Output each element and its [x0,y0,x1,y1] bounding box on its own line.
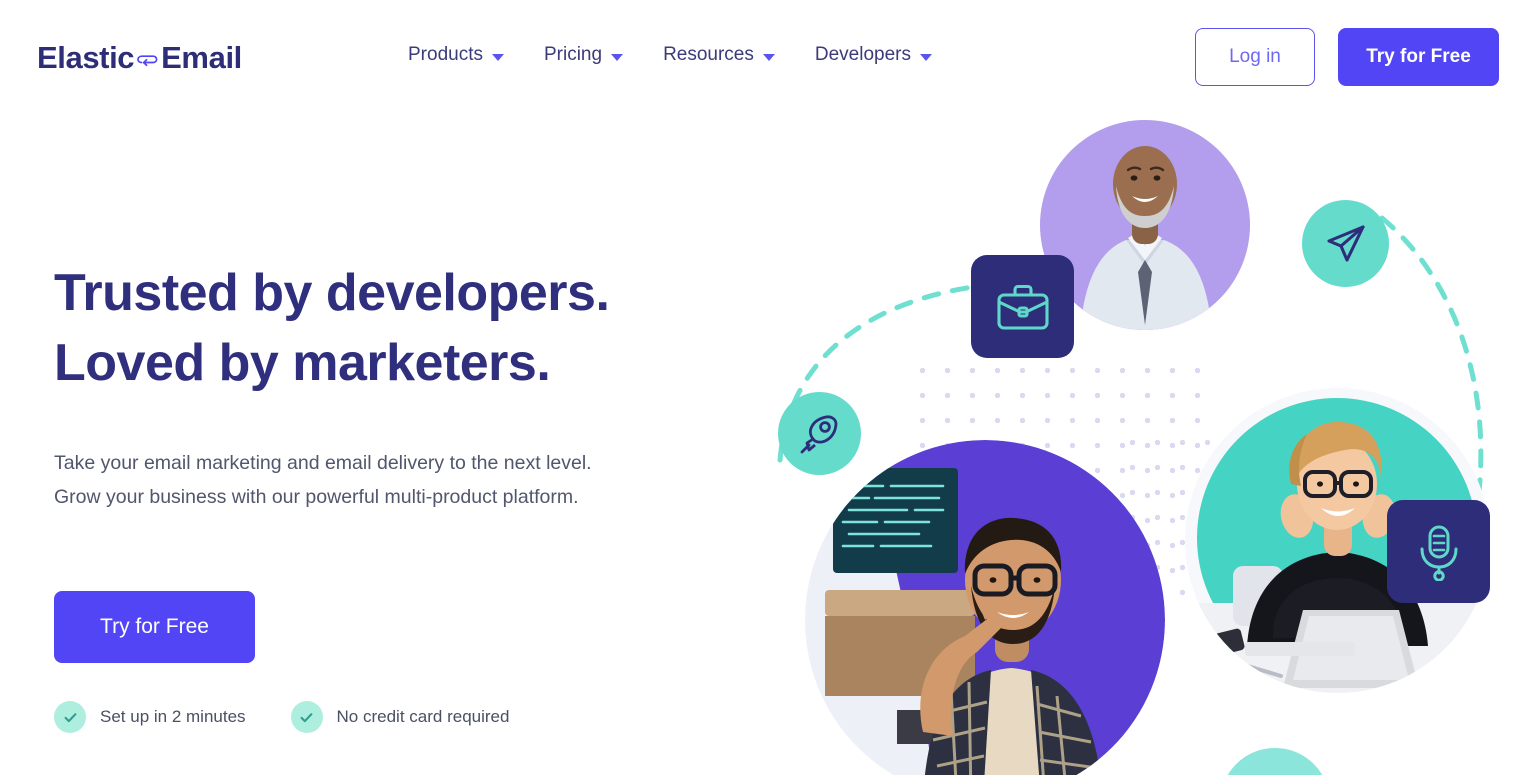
nav-item-developers-label: Developers [814,44,911,65]
chevron-down-icon [920,53,932,61]
site-header: Elastic Email Products Pricing Resources… [0,0,1536,114]
hero-copy: Trusted by developers. Loved by marketer… [54,258,694,514]
login-button[interactable]: Log in [1195,28,1315,86]
check-icon [54,701,86,733]
paper-plane-icon [1302,200,1389,287]
perk-setup-time: Set up in 2 minutes [54,701,246,733]
brand-logo[interactable]: Elastic Email [37,40,242,76]
rocket-icon [778,392,861,475]
chevron-down-icon [491,53,504,61]
nav-item-pricing[interactable]: Pricing [543,44,624,66]
nav-item-pricing-label: Pricing [543,44,603,65]
microphone-icon [1387,500,1490,603]
perk-no-credit-card-label: No credit card required [336,707,510,726]
hero-try-for-free-button[interactable]: Try for Free [54,591,255,663]
nav-item-resources-label: Resources [663,44,754,65]
headline-line-1: Trusted by developers. [54,264,610,322]
check-icon [290,701,323,733]
headline-line-2: Loved by marketers. [54,334,551,392]
chevron-down-icon [611,53,624,61]
nav-item-developers[interactable]: Developers [815,44,932,66]
developer-portrait [805,440,1165,775]
page-title: Trusted by developers. Loved by marketer… [54,258,694,398]
chevron-down-icon [762,53,775,61]
perk-setup-time-label: Set up in 2 minutes [100,707,246,726]
perk-no-credit-card: No credit card required [290,701,510,733]
hero-illustration [760,100,1536,775]
main-navigation: Products Pricing Resources Developers [408,44,932,66]
subcopy-line-1: Take your email marketing and email deli… [54,452,592,474]
brand-name-part1: Elastic [37,40,135,75]
decorative-teal-circle [1220,748,1330,775]
hero-subcopy: Take your email marketing and email deli… [54,446,694,514]
briefcase-icon [971,255,1074,358]
nav-item-products[interactable]: Products [408,44,504,66]
hero-perks: Set up in 2 minutes No credit card requi… [54,701,509,733]
brand-name-part2: Email [161,40,242,75]
subcopy-line-2: Grow your business with our powerful mul… [54,486,579,508]
loop-arrow-icon [136,48,160,72]
nav-item-resources[interactable]: Resources [663,44,775,66]
nav-item-products-label: Products [408,44,483,65]
header-try-for-free-button[interactable]: Try for Free [1338,28,1499,86]
